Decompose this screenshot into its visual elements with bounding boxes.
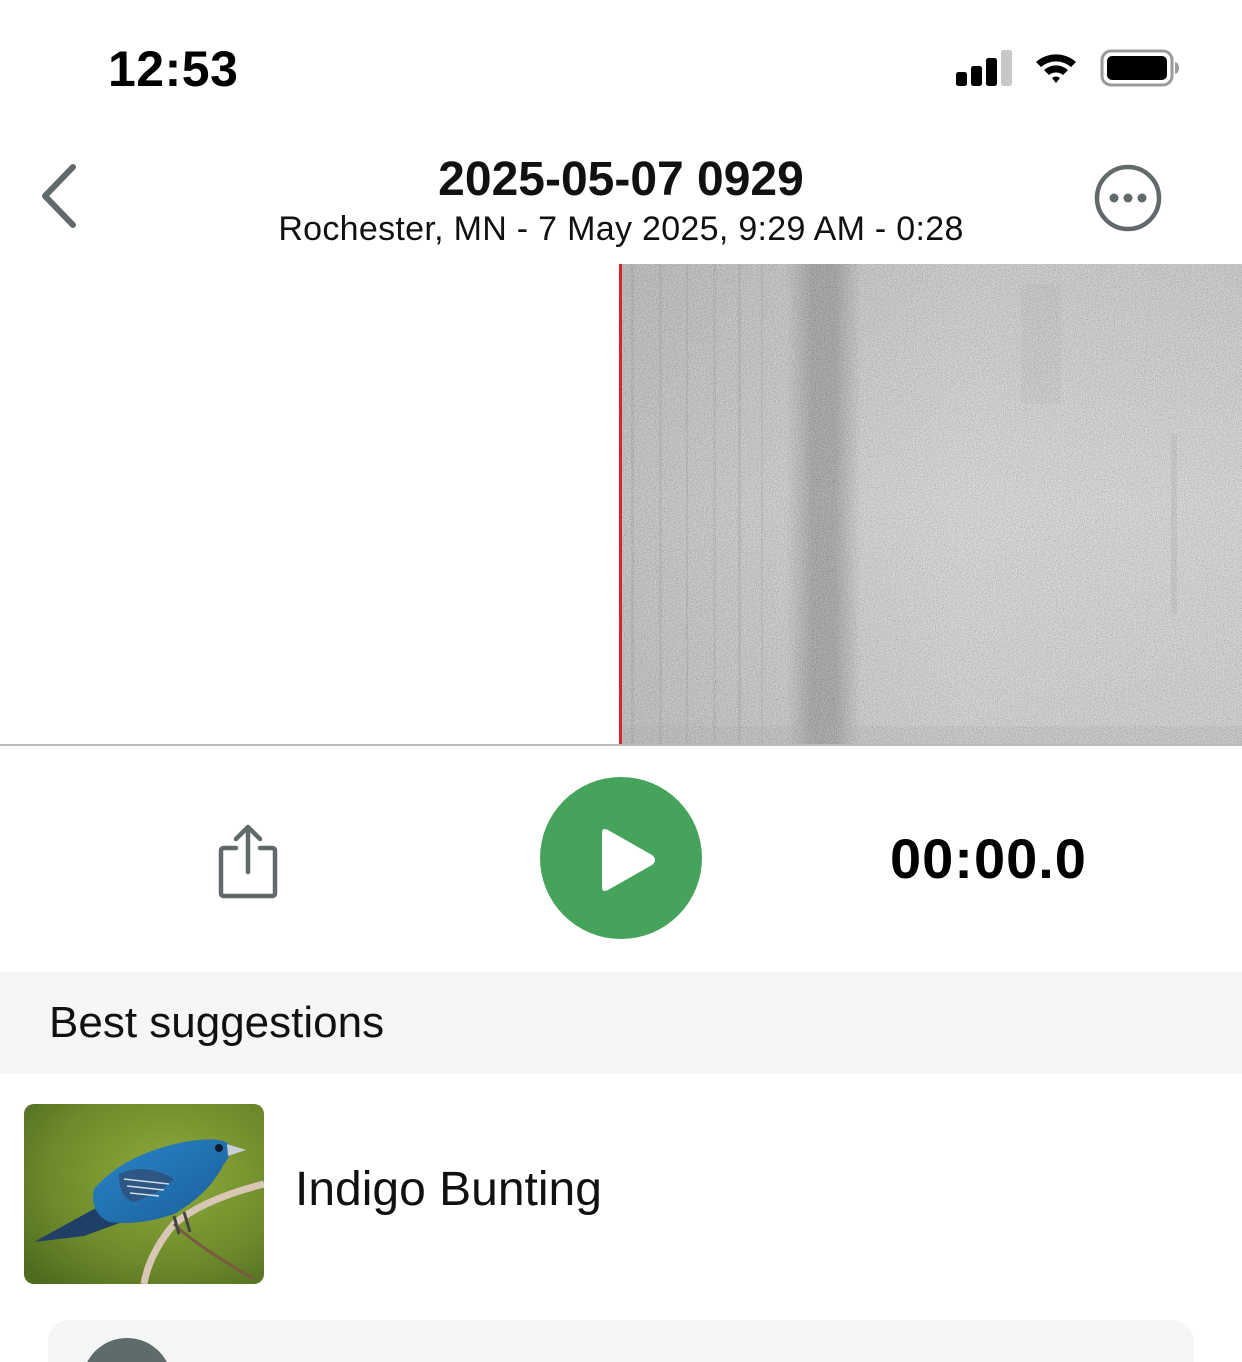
nav-bar: 2025-05-07 0929 Rochester, MN - 7 May 20… [0, 130, 1242, 264]
playhead[interactable] [619, 264, 622, 744]
suggestions-header: Best suggestions [0, 972, 1242, 1074]
cellular-signal-icon [956, 48, 1012, 88]
avatar [82, 1338, 172, 1362]
share-button[interactable] [212, 822, 284, 902]
playback-controls: 00:00.0 [0, 746, 1242, 972]
more-options-button[interactable] [1093, 163, 1163, 233]
info-card[interactable] [48, 1320, 1194, 1362]
suggestion-item[interactable]: Indigo Bunting [0, 1074, 1242, 1306]
recording-title: 2025-05-07 0929 [438, 153, 804, 206]
wifi-icon [1036, 54, 1076, 83]
status-bar: 12:53 [0, 0, 1242, 130]
ellipsis-circle-icon [1109, 193, 1119, 203]
spectrogram-image [621, 264, 1242, 744]
status-time: 12:53 [108, 41, 239, 97]
play-icon [602, 829, 655, 891]
recording-subtitle: Rochester, MN - 7 May 2025, 9:29 AM - 0:… [278, 210, 964, 248]
elapsed-time: 00:00.0 [890, 827, 1087, 890]
play-button[interactable] [540, 777, 702, 939]
suggestions-title: Best suggestions [49, 998, 385, 1047]
bird-photo [24, 1104, 264, 1284]
share-icon [218, 824, 278, 899]
bird-name: Indigo Bunting [295, 1163, 602, 1216]
status-icons [956, 46, 1180, 90]
spectrogram[interactable] [0, 264, 1242, 746]
battery-icon [1100, 49, 1179, 87]
